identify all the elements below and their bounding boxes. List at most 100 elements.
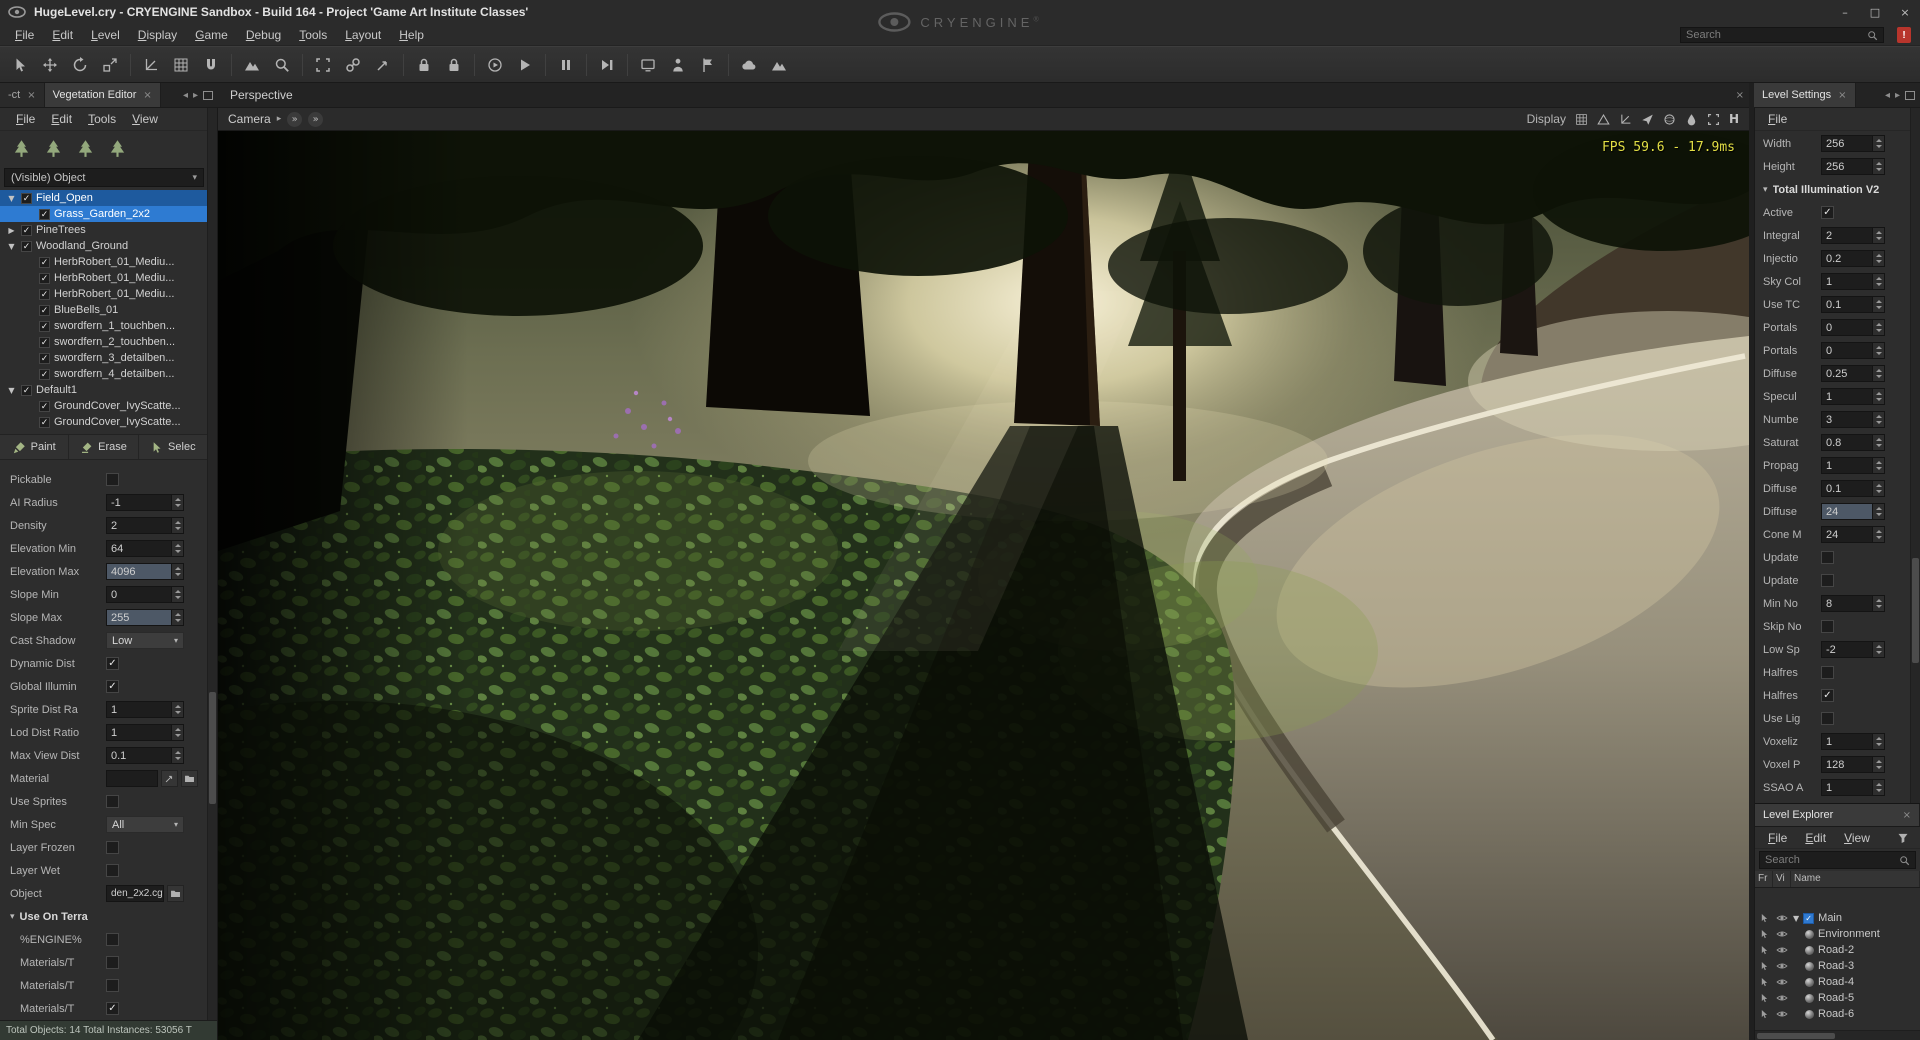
material-browse-button[interactable] bbox=[181, 770, 198, 787]
explorer-row-road-5[interactable]: Road-5 bbox=[1755, 990, 1920, 1006]
frozen-toggle-icon[interactable] bbox=[1755, 945, 1773, 955]
pick-object-icon[interactable] bbox=[369, 51, 397, 78]
add-vegetation-group-icon[interactable] bbox=[44, 139, 63, 158]
tree-item-field-open[interactable]: ▼ ✓ Field_Open bbox=[0, 190, 208, 206]
property-number-field[interactable]: 1 bbox=[106, 701, 184, 718]
explorer-row-road-2[interactable]: Road-2 bbox=[1755, 942, 1920, 958]
section-caret-icon[interactable]: ▾ bbox=[1763, 185, 1768, 195]
property-checkbox[interactable] bbox=[1821, 666, 1834, 679]
camera-speed-icon[interactable] bbox=[1641, 113, 1654, 126]
visibility-checkbox[interactable]: ✓ bbox=[39, 352, 50, 364]
selection-frame-icon[interactable] bbox=[309, 51, 337, 78]
property-number-field[interactable]: 8 bbox=[1821, 595, 1885, 612]
column-visible[interactable]: Vi bbox=[1773, 871, 1791, 887]
display-menu[interactable]: Display bbox=[1527, 112, 1566, 126]
tree-item-herbrobert-01-mediu[interactable]: ✓ HerbRobert_01_Mediu... bbox=[0, 270, 208, 286]
section-caret-icon[interactable]: ▾ bbox=[10, 912, 15, 922]
property-number-field[interactable]: -2 bbox=[1821, 641, 1885, 658]
tree-item-woodland-ground[interactable]: ▼ ✓ Woodland_Ground bbox=[0, 238, 208, 254]
tab-close-icon[interactable]: × bbox=[1903, 810, 1911, 821]
property-number-field[interactable]: -1 bbox=[106, 494, 184, 511]
visible-toggle-icon[interactable] bbox=[1773, 1008, 1791, 1020]
camera-cycle-icon[interactable]: » bbox=[287, 111, 303, 127]
fullscreen-toggle-icon[interactable] bbox=[1707, 113, 1720, 126]
spinner-buttons[interactable] bbox=[1872, 159, 1884, 174]
veg-menu-file[interactable]: File bbox=[8, 109, 43, 129]
material-pick-button[interactable] bbox=[161, 770, 178, 787]
spinner-buttons[interactable] bbox=[171, 610, 183, 625]
spinner-buttons[interactable] bbox=[171, 725, 183, 740]
property-checkbox[interactable]: ✓ bbox=[1821, 689, 1834, 702]
property-number-field[interactable]: 1 bbox=[1821, 273, 1885, 290]
frozen-toggle-icon[interactable] bbox=[1755, 929, 1773, 939]
spinner-buttons[interactable] bbox=[1872, 320, 1884, 335]
property-number-field[interactable]: 64 bbox=[106, 540, 184, 557]
visible-toggle-icon[interactable] bbox=[1773, 976, 1791, 988]
menu-level[interactable]: Level bbox=[82, 25, 129, 45]
ruler-toggle-icon[interactable] bbox=[1619, 113, 1632, 126]
tree-item-herbrobert-01-mediu[interactable]: ✓ HerbRobert_01_Mediu... bbox=[0, 286, 208, 302]
explorer-search-input[interactable]: Search bbox=[1759, 851, 1916, 869]
property-number-field[interactable]: 1 bbox=[1821, 779, 1885, 796]
visibility-checkbox[interactable]: ✓ bbox=[39, 400, 50, 412]
property-dropdown[interactable]: All ▾ bbox=[106, 816, 184, 833]
explorer-menu-file[interactable]: File bbox=[1759, 828, 1796, 848]
menu-edit[interactable]: Edit bbox=[43, 25, 82, 45]
spinner-buttons[interactable] bbox=[1872, 458, 1884, 473]
property-number-field[interactable]: 0 bbox=[106, 586, 184, 603]
property-number-field[interactable]: 0 bbox=[1821, 319, 1885, 336]
link-objects-icon[interactable] bbox=[339, 51, 367, 78]
explorer-row-road-3[interactable]: Road-3 bbox=[1755, 958, 1920, 974]
frozen-toggle-icon[interactable] bbox=[1755, 977, 1773, 987]
render-sphere-icon[interactable] bbox=[1663, 113, 1676, 126]
tree-item-grass-garden-2x2[interactable]: ✓ Grass_Garden_2x2 bbox=[0, 206, 208, 222]
spinner-buttons[interactable] bbox=[171, 587, 183, 602]
tree-item-bluebells-01[interactable]: ✓ BlueBells_01 bbox=[0, 302, 208, 318]
property-number-field[interactable]: 256 bbox=[1821, 135, 1885, 152]
spinner-buttons[interactable] bbox=[1872, 136, 1884, 151]
menu-display[interactable]: Display bbox=[129, 25, 186, 45]
explorer-row-main[interactable]: ▼ ✓ Main bbox=[1755, 910, 1920, 926]
add-vegetation-object-icon[interactable] bbox=[12, 139, 31, 158]
level-settings-menu-file[interactable]: File bbox=[1759, 109, 1796, 129]
property-number-field[interactable]: 0 bbox=[1821, 342, 1885, 359]
spinner-buttons[interactable] bbox=[1872, 596, 1884, 611]
camera-menu[interactable]: Camera bbox=[228, 112, 271, 126]
tree-item-swordfern-1-touchben[interactable]: ✓ swordfern_1_touchben... bbox=[0, 318, 208, 334]
snap-grid-icon[interactable] bbox=[167, 51, 195, 78]
scrollbar-thumb[interactable] bbox=[1757, 1033, 1835, 1039]
physics-tool-icon[interactable] bbox=[694, 51, 722, 78]
tree-item-groundcover-ivyscatte[interactable]: ✓ GroundCover_IvyScatte... bbox=[0, 414, 208, 430]
menu-file[interactable]: File bbox=[6, 25, 43, 45]
game-camera-icon[interactable] bbox=[481, 51, 509, 78]
property-checkbox[interactable] bbox=[1821, 551, 1834, 564]
menu-game[interactable]: Game bbox=[186, 25, 237, 45]
property-number-field[interactable]: 128 bbox=[1821, 756, 1885, 773]
veg-menu-edit[interactable]: Edit bbox=[43, 109, 80, 129]
property-checkbox[interactable] bbox=[1821, 574, 1834, 587]
tree-item-herbrobert-01-mediu[interactable]: ✓ HerbRobert_01_Mediu... bbox=[0, 254, 208, 270]
spinner-buttons[interactable] bbox=[1872, 757, 1884, 772]
explorer-menu-view[interactable]: View bbox=[1835, 828, 1879, 848]
tree-item-default1[interactable]: ▼ ✓ Default1 bbox=[0, 382, 208, 398]
property-checkbox[interactable] bbox=[106, 473, 119, 486]
lock-selection-icon[interactable] bbox=[410, 51, 438, 78]
visibility-checkbox[interactable]: ✓ bbox=[39, 304, 50, 316]
menu-debug[interactable]: Debug bbox=[237, 25, 290, 45]
grid-toggle-icon[interactable] bbox=[1575, 113, 1588, 126]
select-mode-button[interactable]: Selec bbox=[139, 435, 208, 459]
explorer-row-road-6[interactable]: Road-6 bbox=[1755, 1006, 1920, 1022]
camera-expand-icon[interactable]: » bbox=[308, 111, 324, 127]
frozen-toggle-icon[interactable] bbox=[1755, 961, 1773, 971]
visibility-checkbox[interactable]: ✓ bbox=[39, 208, 50, 220]
column-name[interactable]: Name bbox=[1791, 871, 1920, 887]
paint-mode-button[interactable]: Paint bbox=[0, 435, 70, 459]
visibility-checkbox[interactable]: ✓ bbox=[39, 256, 50, 268]
spinner-buttons[interactable] bbox=[1872, 343, 1884, 358]
property-number-field[interactable]: 0.2 bbox=[1821, 250, 1885, 267]
layer-checkbox[interactable]: ✓ bbox=[1803, 912, 1815, 924]
tab-close-icon[interactable]: × bbox=[27, 90, 35, 101]
menu-help[interactable]: Help bbox=[390, 25, 433, 45]
property-number-field[interactable]: 0.25 bbox=[1821, 365, 1885, 382]
property-number-field[interactable]: 24 bbox=[1821, 503, 1885, 520]
